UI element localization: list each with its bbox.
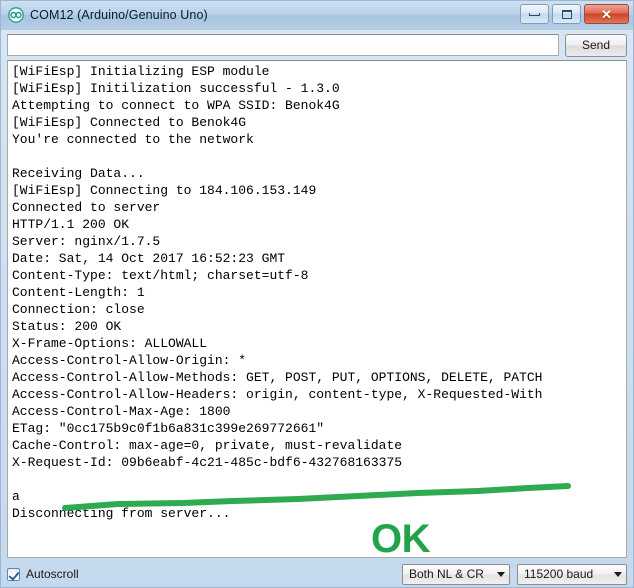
console-line: Connection: close bbox=[12, 302, 145, 317]
console-line: Status: 200 OK bbox=[12, 319, 122, 334]
arduino-infinity-icon bbox=[8, 7, 24, 23]
console-line: Access-Control-Allow-Origin: * bbox=[12, 353, 247, 368]
console-line: Content-Type: text/html; charset=utf-8 bbox=[12, 268, 309, 283]
console-line: Access-Control-Max-Age: 1800 bbox=[12, 404, 231, 419]
console-line: You're connected to the network bbox=[12, 132, 254, 147]
serial-output-panel[interactable]: [WiFiEsp] Initializing ESP module [WiFiEs… bbox=[7, 60, 627, 558]
minimize-button[interactable] bbox=[520, 4, 549, 24]
console-line: Cache-Control: max-age=0, private, must-… bbox=[12, 438, 403, 453]
close-icon: ✕ bbox=[601, 6, 612, 22]
console-line: Access-Control-Allow-Methods: GET, POST,… bbox=[12, 370, 543, 385]
serial-monitor-window: COM12 (Arduino/Genuino Uno) ✕ Send [WiFi… bbox=[0, 0, 634, 588]
window-title: COM12 (Arduino/Genuino Uno) bbox=[30, 8, 208, 22]
chevron-down-icon bbox=[614, 571, 622, 577]
console-line: HTTP/1.1 200 OK bbox=[12, 217, 130, 232]
console-line: X-Request-Id: 09b6eabf-4c21-485c-bdf6-43… bbox=[12, 455, 403, 470]
serial-output-text: [WiFiEsp] Initializing ESP module [WiFiEs… bbox=[12, 63, 626, 557]
console-line: Content-Length: 1 bbox=[12, 285, 145, 300]
console-line: Date: Sat, 14 Oct 2017 16:52:23 GMT bbox=[12, 251, 286, 266]
maximize-icon bbox=[561, 9, 572, 19]
send-row: Send bbox=[1, 30, 633, 60]
console-line: Attempting to connect to WPA SSID: Benok… bbox=[12, 98, 340, 113]
window-controls: ✕ bbox=[520, 4, 629, 24]
chevron-down-icon bbox=[497, 571, 505, 577]
status-bar-selectors: Both NL & CR 115200 baud bbox=[402, 563, 627, 585]
console-line: [WiFiEsp] Connected to Benok4G bbox=[12, 115, 247, 130]
title-bar: COM12 (Arduino/Genuino Uno) ✕ bbox=[1, 1, 633, 30]
autoscroll-label: Autoscroll bbox=[26, 567, 79, 581]
line-ending-value: Both NL & CR bbox=[409, 567, 484, 581]
console-line: Receiving Data... bbox=[12, 166, 145, 181]
console-line: Disconnecting from server... bbox=[12, 506, 231, 521]
minimize-icon bbox=[529, 12, 540, 16]
console-line: [WiFiEsp] Initilization successful - 1.3… bbox=[12, 81, 340, 96]
console-line: X-Frame-Options: ALLOWALL bbox=[12, 336, 208, 351]
console-line: [WiFiEsp] Connecting to 184.106.153.149 bbox=[12, 183, 317, 198]
console-line: ETag: "0cc175b9c0f1b6a831c399e269772661" bbox=[12, 421, 325, 436]
status-bar: Autoscroll Both NL & CR 115200 baud bbox=[1, 561, 633, 587]
console-line: Connected to server bbox=[12, 200, 161, 215]
console-line: Access-Control-Allow-Headers: origin, co… bbox=[12, 387, 543, 402]
autoscroll-checkbox[interactable] bbox=[7, 567, 20, 581]
maximize-button[interactable] bbox=[552, 4, 581, 24]
serial-send-input[interactable] bbox=[7, 34, 559, 56]
close-button[interactable]: ✕ bbox=[584, 4, 629, 24]
send-button[interactable]: Send bbox=[565, 33, 627, 57]
baud-rate-select[interactable]: 115200 baud bbox=[517, 563, 627, 585]
console-line: a bbox=[12, 489, 20, 504]
autoscroll-toggle[interactable]: Autoscroll bbox=[7, 567, 79, 581]
line-ending-select[interactable]: Both NL & CR bbox=[402, 563, 510, 585]
console-line: Server: nginx/1.7.5 bbox=[12, 234, 161, 249]
console-line: [WiFiEsp] Initializing ESP module bbox=[12, 64, 270, 79]
baud-rate-value: 115200 baud bbox=[524, 567, 594, 581]
